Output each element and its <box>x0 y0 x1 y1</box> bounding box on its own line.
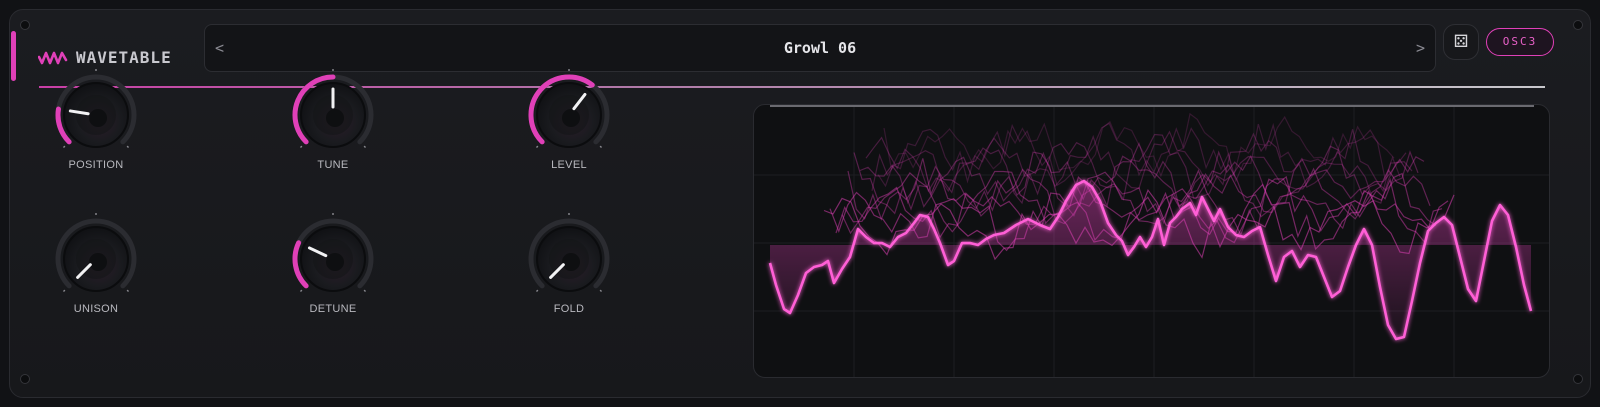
knob-position-dial[interactable] <box>46 65 146 165</box>
screw-bottom-left <box>20 374 30 384</box>
screw-top-left <box>20 20 30 30</box>
screw-top-right <box>1573 20 1583 30</box>
knob-tune-dial[interactable] <box>283 65 383 165</box>
accent-bar <box>11 31 16 81</box>
header-divider <box>39 86 1545 88</box>
knob-detune-dial[interactable] <box>283 209 383 309</box>
wavetable-view <box>754 105 1549 377</box>
knob-position[interactable]: POSITION <box>46 65 146 183</box>
knob-level[interactable]: LEVEL <box>519 65 619 183</box>
knob-level-label: LEVEL <box>551 159 587 171</box>
knob-detune[interactable]: DETUNE <box>283 209 383 327</box>
knob-fold[interactable]: FOLD <box>519 209 619 327</box>
preset-next-button[interactable]: > <box>1416 39 1425 57</box>
knob-fold-label: FOLD <box>553 303 585 315</box>
knob-position-label: POSITION <box>68 159 124 171</box>
wavetable-display[interactable] <box>753 104 1550 378</box>
osc-select-button[interactable]: OSC3 <box>1486 28 1554 56</box>
knob-tune-label: TUNE <box>317 159 349 171</box>
screw-bottom-right <box>1573 374 1583 384</box>
preset-name[interactable]: Growl 06 <box>205 39 1435 57</box>
knob-detune-label: DETUNE <box>309 303 357 315</box>
randomize-dice-icon[interactable]: ⚄ <box>1443 24 1479 60</box>
knob-tune[interactable]: TUNE <box>283 65 383 183</box>
knob-unison[interactable]: UNISON <box>46 209 146 327</box>
knob-level-dial[interactable] <box>519 65 619 165</box>
preset-selector[interactable]: < Growl 06 > <box>204 24 1436 72</box>
knob-fold-dial[interactable] <box>519 209 619 309</box>
wavetable-panel: WAVETABLE < Growl 06 > ⚄ OSC3 POSITION T… <box>9 9 1591 398</box>
knob-unison-dial[interactable] <box>46 209 146 309</box>
knob-unison-label: UNISON <box>73 303 119 315</box>
